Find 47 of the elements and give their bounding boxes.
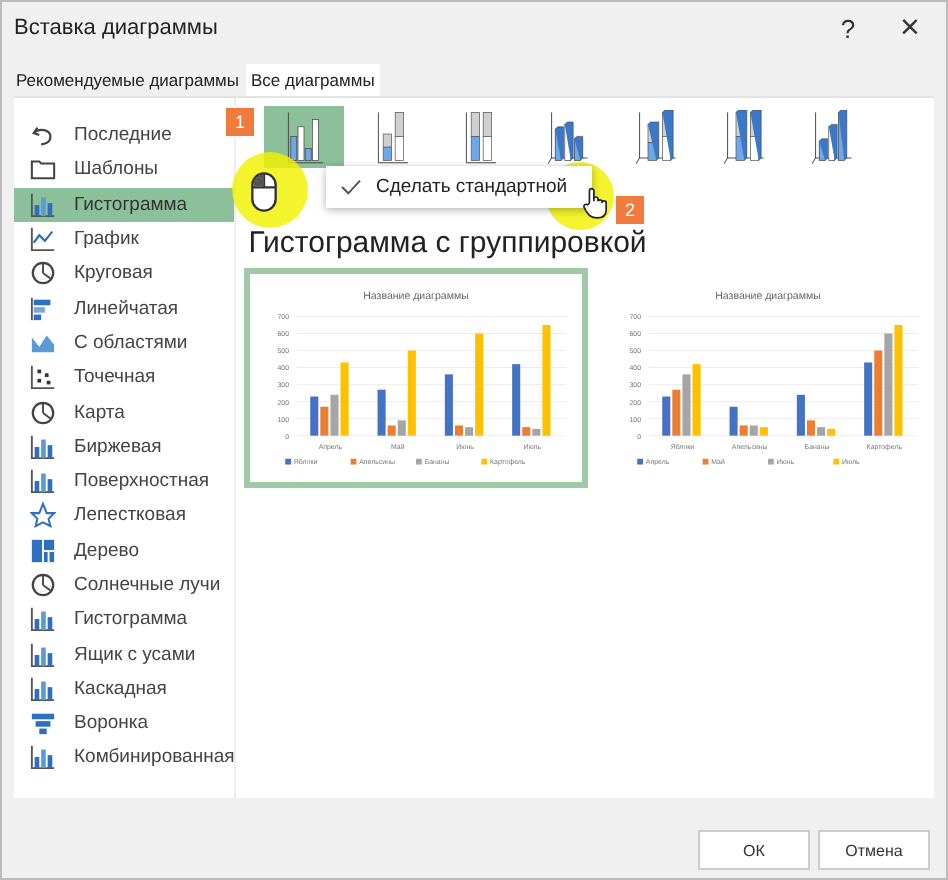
column-chart-icon xyxy=(285,109,324,165)
step-badge: 2 xyxy=(614,194,646,226)
tab[interactable]: Рекомендуемые диаграммы xyxy=(10,64,246,96)
chart-type-heading: Гистограмма с группировкой xyxy=(248,226,649,260)
menu-item[interactable]: Сделать стандартной xyxy=(326,170,592,204)
chart-type-item[interactable]: Воронка xyxy=(14,706,235,741)
tree-icon xyxy=(30,537,56,564)
cancel-button[interactable]: Отмена xyxy=(818,830,930,870)
bar-chart-icon xyxy=(30,606,56,633)
column-chart-icon xyxy=(724,109,765,165)
chart-type-item[interactable]: Ящик с усами xyxy=(14,636,235,672)
chart-type-item[interactable]: Точечная xyxy=(14,360,235,395)
hbar-chart-icon xyxy=(30,295,56,322)
scatter-icon xyxy=(30,364,56,391)
pie-icon xyxy=(30,260,56,287)
column-chart-icon xyxy=(636,109,677,165)
chart-subtype-option[interactable] xyxy=(264,106,345,168)
undo-icon xyxy=(30,122,56,149)
tab[interactable]: Все диаграммы xyxy=(245,64,381,96)
chart-type-item[interactable]: График xyxy=(14,221,235,257)
chart-type-item[interactable]: Линейчатая xyxy=(14,290,235,326)
chart-type-item[interactable]: Солнечные лучи xyxy=(14,567,235,603)
window-title: Вставка диаграммы xyxy=(14,16,220,40)
chart-type-item[interactable]: Поверхностная xyxy=(14,463,235,499)
bar-chart-icon xyxy=(30,433,56,460)
chart-type-item[interactable]: Карта xyxy=(14,394,235,430)
chart-type-item[interactable]: Лепестковая xyxy=(14,498,235,534)
chart-type-item[interactable]: Шаблоны xyxy=(14,152,235,188)
star-icon xyxy=(30,502,56,529)
folder-icon xyxy=(30,156,56,183)
column-chart-icon xyxy=(812,109,853,165)
chart-type-item[interactable]: Гистограмма xyxy=(14,187,235,222)
chart-type-item[interactable]: Биржевая xyxy=(14,429,235,464)
mouse-icon xyxy=(250,170,278,214)
line-icon xyxy=(30,226,56,253)
chart-type-item[interactable]: С областями xyxy=(14,325,235,361)
help-button[interactable]: ? xyxy=(822,13,874,43)
chart-type-item[interactable]: Гистограмма xyxy=(14,602,235,637)
funnel-icon xyxy=(30,710,56,737)
bar-chart-icon xyxy=(30,191,56,218)
chart-type-item[interactable]: Комбинированная xyxy=(14,740,235,776)
close-button[interactable]: × xyxy=(884,8,936,48)
step-badge: 1 xyxy=(224,106,256,138)
chart-type-item[interactable]: Каскадная xyxy=(14,671,235,707)
chart-type-item[interactable]: Дерево xyxy=(14,533,235,568)
chart-type-item[interactable]: Круговая xyxy=(14,256,235,291)
ok-button[interactable]: ОК xyxy=(698,830,810,870)
